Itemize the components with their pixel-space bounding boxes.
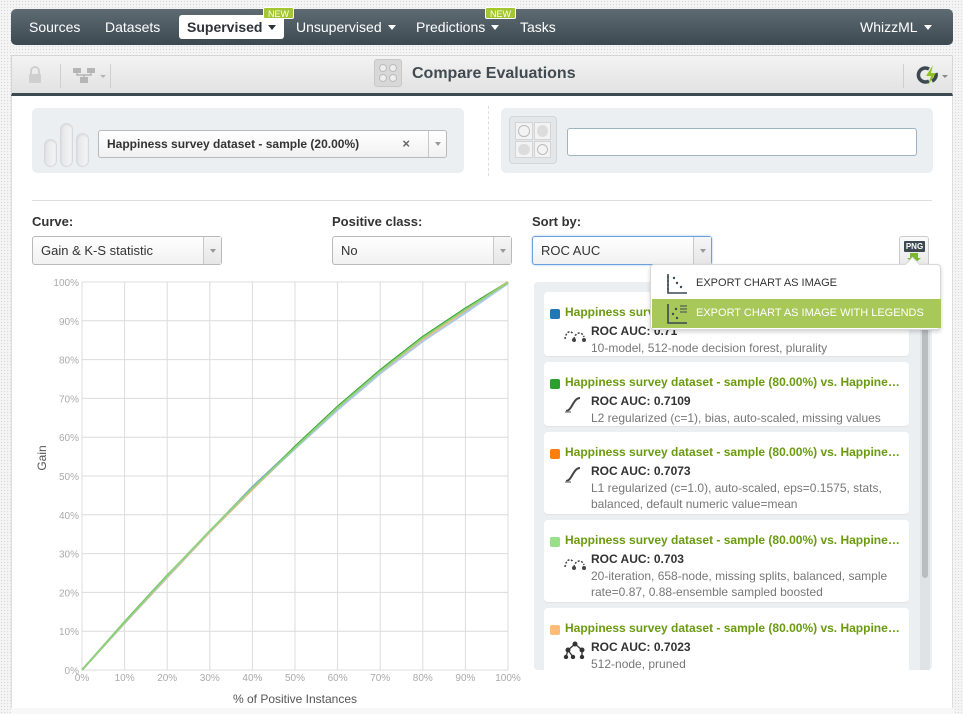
y-tick-label: 100% (53, 278, 79, 289)
x-tick-label: 80% (413, 673, 433, 684)
footer-strip (11, 708, 953, 714)
y-tick-label: 40% (59, 511, 79, 522)
y-tick-label: 0% (65, 666, 80, 677)
x-tick-label: 50% (285, 673, 305, 684)
y-tick-label: 90% (59, 317, 79, 328)
menu-export-chart-image[interactable]: EXPORT CHART AS IMAGE (652, 269, 941, 298)
x-axis-label: % of Positive Instances (233, 692, 357, 706)
y-axis-label: Gain (35, 445, 49, 470)
x-tick-label: 30% (200, 673, 220, 684)
gain-chart: 0% 10% 20% 30% 40% 50% 60% 70% 80% 90% 100% 0% 10% 2… (35, 278, 521, 706)
y-tick-label: 50% (59, 472, 79, 483)
y-tick-label: 80% (59, 356, 79, 367)
x-tick-label: 10% (115, 673, 135, 684)
x-tick-label: 40% (242, 673, 262, 684)
y-tick-label: 60% (59, 433, 79, 444)
x-tick-label: 60% (328, 673, 348, 684)
y-tick-label: 10% (59, 627, 79, 638)
y-tick-label: 70% (59, 394, 79, 405)
y-tick-label: 20% (59, 588, 79, 599)
menu-item-label: EXPORT CHART AS IMAGE WITH LEGENDS (696, 307, 924, 319)
x-tick-label: 90% (455, 673, 475, 684)
y-tick-label: 30% (59, 550, 79, 561)
export-menu: EXPORT CHART AS IMAGE EXPORT CHART AS IM… (650, 264, 941, 330)
x-tick-label: 20% (157, 673, 177, 684)
scatter-chart-icon (667, 274, 687, 294)
y-tick-labels: 0% 10% 20% 30% 40% 50% 60% 70% 80% 90% 100% (53, 278, 79, 677)
menu-item-label: EXPORT CHART AS IMAGE (696, 277, 838, 289)
x-tick-label: 70% (370, 673, 390, 684)
x-tick-label: 100% (495, 673, 521, 684)
chart-grid (81, 281, 509, 671)
x-tick-labels: 0% 10% 20% 30% 40% 50% 60% 70% 80% 90% 100% (75, 673, 521, 684)
scatter-chart-legend-icon (667, 304, 687, 324)
menu-export-chart-image-with-legends[interactable]: EXPORT CHART AS IMAGE WITH LEGENDS (652, 299, 941, 328)
